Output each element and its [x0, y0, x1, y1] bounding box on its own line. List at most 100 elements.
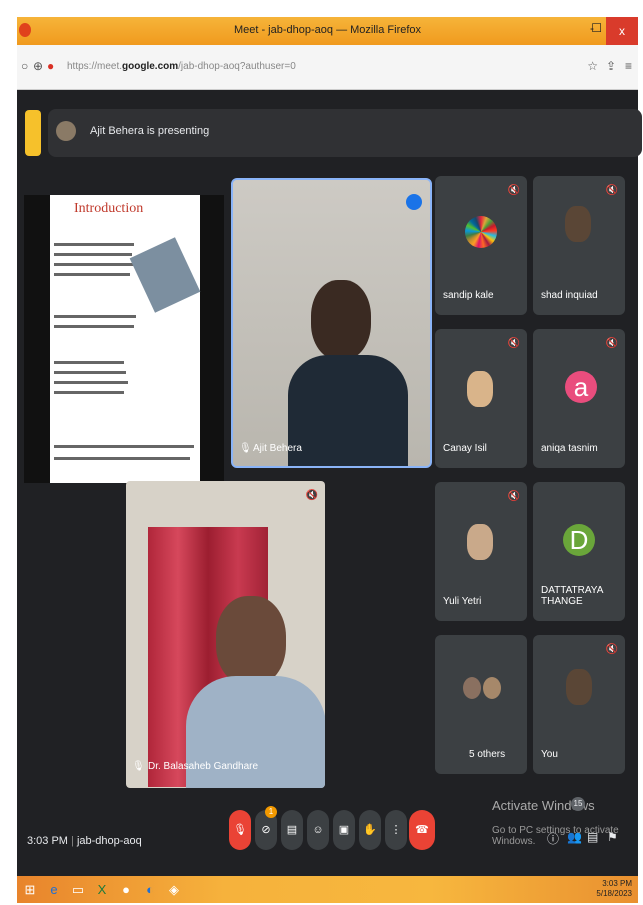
participant-name: aniqa tasnim [541, 443, 598, 454]
windows-start-icon[interactable]: ⊞ [21, 880, 39, 900]
slide-text-line [54, 273, 130, 276]
mic-icon: 🎙 [132, 761, 145, 772]
participant-tile[interactable]: 🔇 You [533, 635, 625, 774]
participant-name: Canay Isil [443, 443, 487, 454]
participant-tile[interactable]: 5 others [435, 635, 527, 774]
notification-badge: 1 [265, 806, 277, 818]
clock-date: 5/18/2023 [596, 889, 632, 898]
participant-name: DATTATRAYA THANGE [541, 585, 603, 607]
meeting-code: jab-dhop-aoq [76, 835, 142, 847]
participant-head [216, 596, 286, 686]
excel-icon[interactable]: X [93, 880, 111, 900]
avatar [465, 216, 497, 248]
presenter-body [288, 355, 408, 466]
mic-permission-icon[interactable]: ● [47, 59, 54, 73]
present-button[interactable]: ▣ [333, 810, 355, 850]
presenter-tile[interactable]: 🎙 Ajit Behera [231, 178, 432, 468]
slide-text-line [54, 381, 128, 384]
participant-name: Dr. Balasaheb Gandhare [148, 761, 259, 772]
presenter-head [311, 280, 371, 360]
address-bar: ○ ⊕ ● https://meet.google.com/jab-dhop-a… [17, 45, 638, 90]
participant-name: You [541, 749, 558, 760]
presenting-banner: Ajit Behera is presenting [48, 109, 642, 157]
self-view-tile[interactable]: 🔇 🎙 Dr. Balasaheb Gandhare [126, 481, 325, 788]
presentation-icon[interactable] [25, 110, 41, 156]
meeting-time: 3:03 PM [27, 835, 68, 847]
maximize-button[interactable]: ☐ [591, 21, 602, 35]
avatar [463, 677, 481, 699]
edge-new-icon[interactable]: ◐ [141, 880, 159, 900]
presenting-text: Ajit Behera is presenting [90, 125, 210, 137]
avatar [566, 669, 592, 705]
airplane-image [129, 237, 201, 313]
avatar: a [565, 371, 597, 403]
mic-muted-icon: 🔇 [507, 491, 521, 502]
mic-icon: 🎙 [239, 443, 252, 454]
participant-name: shad inquiad [541, 290, 598, 301]
clock-time: 3:03 PM [602, 879, 632, 888]
slide-text-line [54, 445, 194, 448]
avatar: D [563, 524, 595, 556]
chat-icon[interactable]: ▤ [587, 830, 598, 844]
slide-text-line [54, 457, 190, 460]
close-window-button[interactable]: x [606, 17, 638, 45]
slide-text-line [54, 371, 126, 374]
slide-text-line [54, 253, 132, 256]
slide-text-line [54, 315, 136, 318]
participant-name: 5 others [469, 749, 506, 760]
lock-icon[interactable]: ⊕ [33, 59, 43, 73]
activities-icon[interactable]: ⚑ [607, 830, 618, 844]
app-icon[interactable]: ◈ [165, 880, 183, 900]
share-icon[interactable]: ⇪ [606, 59, 616, 73]
slide-text-line [54, 361, 124, 364]
participant-name: Yuli Yetri [443, 596, 482, 607]
participant-tile[interactable]: 🔇 Canay Isil [435, 329, 527, 468]
title-bar: Meet - jab-dhop-aoq — Mozilla Firefox - … [17, 17, 638, 45]
slide-text-line [54, 243, 134, 246]
camera-toggle-button[interactable]: ⊘ 1 [255, 806, 277, 850]
mic-toggle-button[interactable]: 🎙 [229, 810, 251, 850]
url-text[interactable]: https://meet.google.com/jab-dhop-aoq?aut… [67, 61, 296, 72]
emoji-button[interactable]: ☺ [307, 810, 329, 850]
file-explorer-icon[interactable]: ▭ [69, 880, 87, 900]
system-clock[interactable]: 3:03 PM 5/18/2023 [596, 879, 632, 899]
mic-muted-icon: 🔇 [605, 338, 619, 349]
participant-tile[interactable]: 🔇 shad inquiad [533, 176, 625, 315]
shield-icon[interactable]: ○ [21, 59, 28, 73]
avatar [56, 121, 76, 141]
slide-title: Introduction [74, 201, 144, 216]
people-icon[interactable]: 👥 [567, 830, 582, 844]
avatar [483, 677, 501, 699]
firefox-taskbar-icon[interactable]: ● [117, 880, 135, 900]
avatar [467, 371, 493, 407]
captions-button[interactable]: ▤ [281, 810, 303, 850]
more-options-button[interactable]: ⋮ [385, 810, 407, 850]
slide-text-line [54, 263, 134, 266]
slide-text-line [54, 325, 134, 328]
speaking-indicator-icon [406, 194, 422, 210]
avatar [467, 524, 493, 560]
participant-tile[interactable]: a 🔇 aniqa tasnim [533, 329, 625, 468]
mic-muted-icon: 🔇 [305, 490, 319, 501]
raise-hand-button[interactable]: ✋ [359, 810, 381, 850]
shared-slide[interactable]: Introduction [24, 195, 224, 483]
participant-name: Ajit Behera [253, 443, 302, 454]
menu-icon[interactable]: ≡ [625, 59, 632, 73]
bookmark-star-icon[interactable]: ☆ [587, 59, 598, 73]
participant-count-badge: 15 [571, 797, 585, 811]
mic-muted-icon: 🔇 [507, 338, 521, 349]
browser-window: Meet - jab-dhop-aoq — Mozilla Firefox - … [17, 17, 642, 903]
slide-page: Introduction [50, 195, 201, 483]
mic-muted-icon: 🔇 [605, 644, 619, 655]
slide-text-line [54, 391, 124, 394]
info-icon[interactable]: ⓘ [547, 830, 559, 847]
participant-tile[interactable]: D DATTATRAYA THANGE [533, 482, 625, 621]
windows-taskbar: ⊞ e ▭ X ● ◐ ◈ 3:03 PM 5/18/2023 [17, 876, 638, 903]
mic-muted-icon: 🔇 [605, 185, 619, 196]
participant-tile[interactable]: 🔇 Yuli Yetri [435, 482, 527, 621]
leave-call-button[interactable]: ☎ [409, 810, 435, 850]
meeting-info: 3:03 PM | jab-dhop-aoq [27, 835, 142, 847]
participant-tile[interactable]: 🔇 sandip kale [435, 176, 527, 315]
participant-name: sandip kale [443, 290, 494, 301]
edge-icon[interactable]: e [45, 880, 63, 900]
